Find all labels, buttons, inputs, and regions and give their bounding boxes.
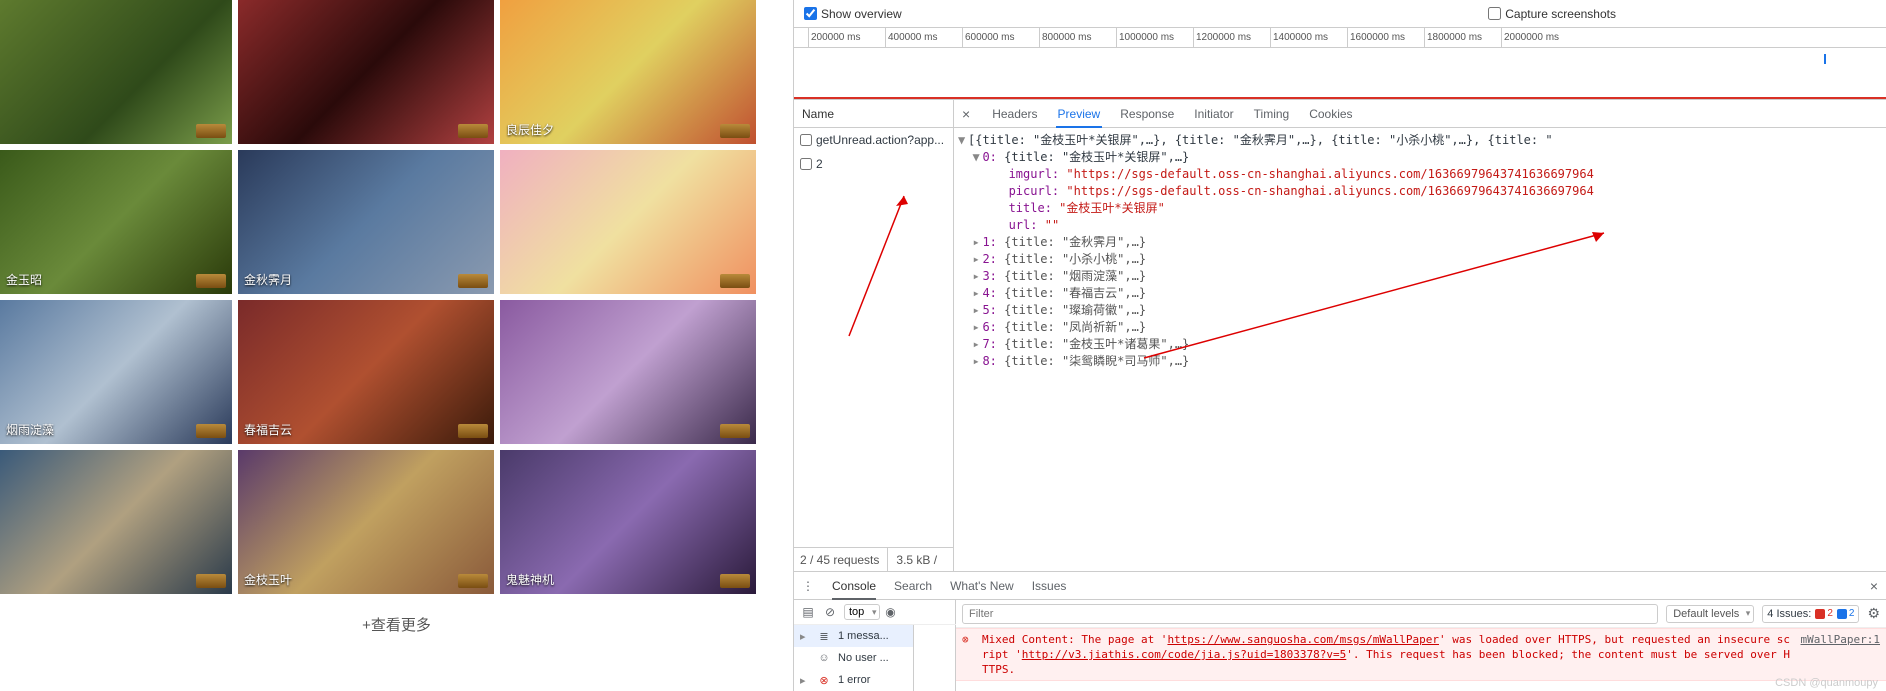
close-drawer-icon[interactable]: × xyxy=(1870,578,1878,594)
console-drawer: ⋮ Console Search What's New Issues × ▤ ⊘… xyxy=(794,571,1886,691)
console-sidebar: ▸≣1 messa... ☺No user ... ▸⊗1 error xyxy=(794,625,914,691)
tick: 400000 ms xyxy=(885,28,962,47)
wallpaper-card[interactable]: 鬼魅神机 xyxy=(500,450,756,594)
requests-count: 2 / 45 requests xyxy=(800,548,888,571)
annotation-arrow xyxy=(1134,228,1614,368)
timeline-overview[interactable]: 200000 ms 400000 ms 600000 ms 800000 ms … xyxy=(794,28,1886,100)
json-value[interactable]: "https://sgs-default.oss-cn-shanghai.ali… xyxy=(1066,167,1593,181)
checkbox-icon[interactable] xyxy=(1488,7,1501,20)
levels-dropdown[interactable]: Default levels xyxy=(1666,605,1754,623)
show-overview-checkbox[interactable]: Show overview xyxy=(804,7,902,21)
name-column-header[interactable]: Name xyxy=(794,100,953,128)
json-value[interactable]: "https://sgs-default.oss-cn-shanghai.ali… xyxy=(1066,184,1593,198)
request-row[interactable]: 2 xyxy=(794,152,953,176)
json-value[interactable]: "金枝玉叶*关银屏" xyxy=(1059,201,1165,215)
network-footer: 2 / 45 requests 3.5 kB / xyxy=(794,547,953,571)
tick: 800000 ms xyxy=(1039,28,1116,47)
error-icon: ⊗ xyxy=(962,632,976,677)
watermark: CSDN @quanmoupy xyxy=(1775,677,1878,689)
tick: 1800000 ms xyxy=(1424,28,1501,47)
message-source-link[interactable]: mWallPaper:1 xyxy=(1801,632,1880,677)
tick: 1400000 ms xyxy=(1270,28,1347,47)
tick: 1600000 ms xyxy=(1347,28,1424,47)
tick: 1200000 ms xyxy=(1193,28,1270,47)
gear-icon[interactable]: ⚙ xyxy=(1867,605,1880,622)
tab-initiator[interactable]: Initiator xyxy=(1192,100,1235,128)
live-expression-icon[interactable]: ◉ xyxy=(883,604,899,620)
sidebar-messages[interactable]: ▸≣1 messa... xyxy=(794,625,913,647)
tick: 600000 ms xyxy=(962,28,1039,47)
drawer-tab-search[interactable]: Search xyxy=(894,572,932,600)
json-root[interactable]: [{title: "金枝玉叶*关银屏",…}, {title: "金秋霁月",…… xyxy=(968,133,1553,147)
sidebar-errors[interactable]: ▸⊗1 error xyxy=(794,669,913,691)
network-requests-list: Name getUnread.action?app... 2 2 / 45 re… xyxy=(794,100,954,571)
checkbox-icon[interactable] xyxy=(800,158,812,170)
drawer console-tab-issues[interactable]: Issues xyxy=(1032,572,1067,600)
console-filter-bar: Default levels 4 Issues: 2 2 ⚙ xyxy=(956,600,1886,628)
annotation-arrow xyxy=(794,176,953,547)
wallpaper-card[interactable] xyxy=(500,150,756,294)
wallpaper-card[interactable]: 金秋霁月 xyxy=(238,150,494,294)
devtools-panel: Show overview Capture screenshots 200000… xyxy=(793,0,1886,691)
wallpaper-card[interactable]: 良辰佳夕 xyxy=(500,0,756,144)
wallpaper-card[interactable] xyxy=(0,0,232,144)
drawer-tab-console[interactable]: Console xyxy=(832,572,876,600)
tab-response[interactable]: Response xyxy=(1118,100,1176,128)
json-item[interactable]: {title: "金枝玉叶*关银屏",…} xyxy=(1004,150,1189,164)
capture-screenshots-checkbox[interactable]: Capture screenshots xyxy=(1488,7,1616,21)
timeline-ruler: 200000 ms 400000 ms 600000 ms 800000 ms … xyxy=(794,28,1886,48)
tab-cookies[interactable]: Cookies xyxy=(1307,100,1354,128)
checkbox-icon[interactable] xyxy=(800,134,812,146)
tick: 2000000 ms xyxy=(1501,28,1578,47)
tab-timing[interactable]: Timing xyxy=(1252,100,1292,128)
tick: 1000000 ms xyxy=(1116,28,1193,47)
card-grid: 良辰佳夕 金玉昭 金秋霁月 烟雨淀藻 春福吉云 金枝玉叶 鬼魅神机 xyxy=(0,0,793,594)
detail-tabs: × Headers Preview Response Initiator Tim… xyxy=(954,100,1886,128)
clear-console-icon[interactable]: ⊘ xyxy=(822,604,838,620)
tab-preview[interactable]: Preview xyxy=(1056,100,1103,128)
webpage-gallery: 良辰佳夕 金玉昭 金秋霁月 烟雨淀藻 春福吉云 金枝玉叶 鬼魅神机 +查看更多 xyxy=(0,0,793,691)
console-messages[interactable]: ⊗ Mixed Content: The page at 'https://ww… xyxy=(956,628,1886,691)
wallpaper-card[interactable]: 金枝玉叶 xyxy=(238,450,494,594)
checkbox-icon[interactable] xyxy=(804,7,817,20)
tab-headers[interactable]: Headers xyxy=(990,100,1039,128)
overview-bar: Show overview Capture screenshots xyxy=(794,0,1886,28)
console-error-message[interactable]: ⊗ Mixed Content: The page at 'https://ww… xyxy=(956,628,1886,681)
filter-input[interactable] xyxy=(962,604,1658,624)
wallpaper-card[interactable]: 金玉昭 xyxy=(0,150,232,294)
request-row[interactable]: getUnread.action?app... xyxy=(794,128,953,152)
tick: 200000 ms xyxy=(808,28,885,47)
console-toolbar: ▤ ⊘ top▾ ◉ xyxy=(794,600,956,625)
sidebar-toggle-icon[interactable]: ▤ xyxy=(800,604,816,620)
wallpaper-card[interactable] xyxy=(500,300,756,444)
drawer-tabs: ⋮ Console Search What's New Issues × xyxy=(794,572,1886,600)
issues-badge[interactable]: 4 Issues: 2 2 xyxy=(1762,605,1859,623)
timeline-track[interactable] xyxy=(794,48,1886,99)
close-icon[interactable]: × xyxy=(962,106,974,122)
wallpaper-card[interactable]: 烟雨淀藻 xyxy=(0,300,232,444)
wallpaper-card[interactable]: 春福吉云 xyxy=(238,300,494,444)
wallpaper-card[interactable] xyxy=(238,0,494,144)
sidebar-nouser[interactable]: ☺No user ... xyxy=(794,647,913,669)
load-more-button[interactable]: +查看更多 xyxy=(0,594,793,655)
transfer-size: 3.5 kB / xyxy=(896,548,945,571)
wallpaper-card[interactable] xyxy=(0,450,232,594)
response-preview[interactable]: ▼[{title: "金枝玉叶*关银屏",…}, {title: "金秋霁月",… xyxy=(954,128,1886,571)
json-value[interactable]: "" xyxy=(1045,218,1059,232)
more-icon[interactable]: ⋮ xyxy=(802,579,814,593)
context-select[interactable]: top xyxy=(844,604,880,620)
drawer-tab-whatsnew[interactable]: What's New xyxy=(950,572,1014,600)
